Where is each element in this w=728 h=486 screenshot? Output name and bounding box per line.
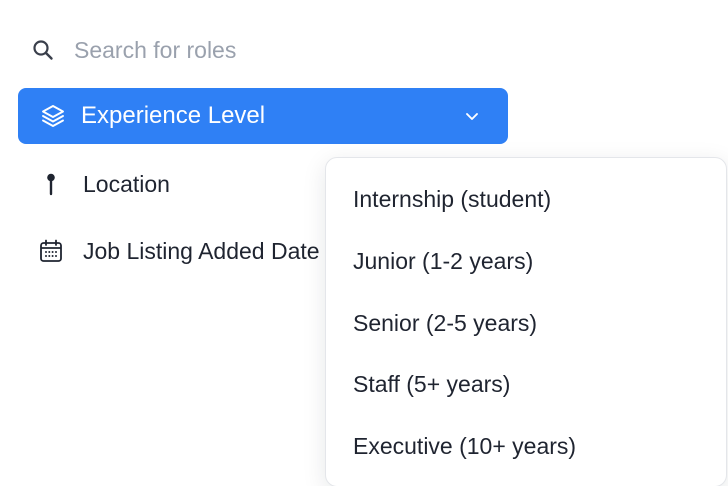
pin-icon [38, 171, 64, 197]
location-filter[interactable]: Location [38, 166, 170, 202]
calendar-icon [38, 238, 64, 264]
job-listing-date-label: Job Listing Added Date [83, 237, 320, 264]
location-label: Location [83, 170, 170, 197]
option-executive[interactable]: Executive (10+ years) [353, 426, 576, 466]
option-senior[interactable]: Senior (2-5 years) [353, 303, 537, 343]
layers-icon [40, 103, 66, 129]
search-input[interactable] [74, 36, 374, 64]
option-internship[interactable]: Internship (student) [353, 179, 551, 219]
option-staff[interactable]: Staff (5+ years) [353, 364, 510, 404]
experience-level-dropdown: Internship (student) Junior (1-2 years) … [325, 157, 727, 486]
experience-level-button[interactable]: Experience Level [18, 88, 508, 144]
search-icon [32, 39, 54, 61]
option-junior[interactable]: Junior (1-2 years) [353, 241, 533, 281]
filter-panel: Experience Level Location [0, 0, 728, 486]
experience-level-label: Experience Level [81, 102, 266, 129]
job-listing-date-filter[interactable]: Job Listing Added Date [38, 233, 320, 269]
search-bar [32, 32, 374, 68]
chevron-down-icon [462, 106, 482, 126]
